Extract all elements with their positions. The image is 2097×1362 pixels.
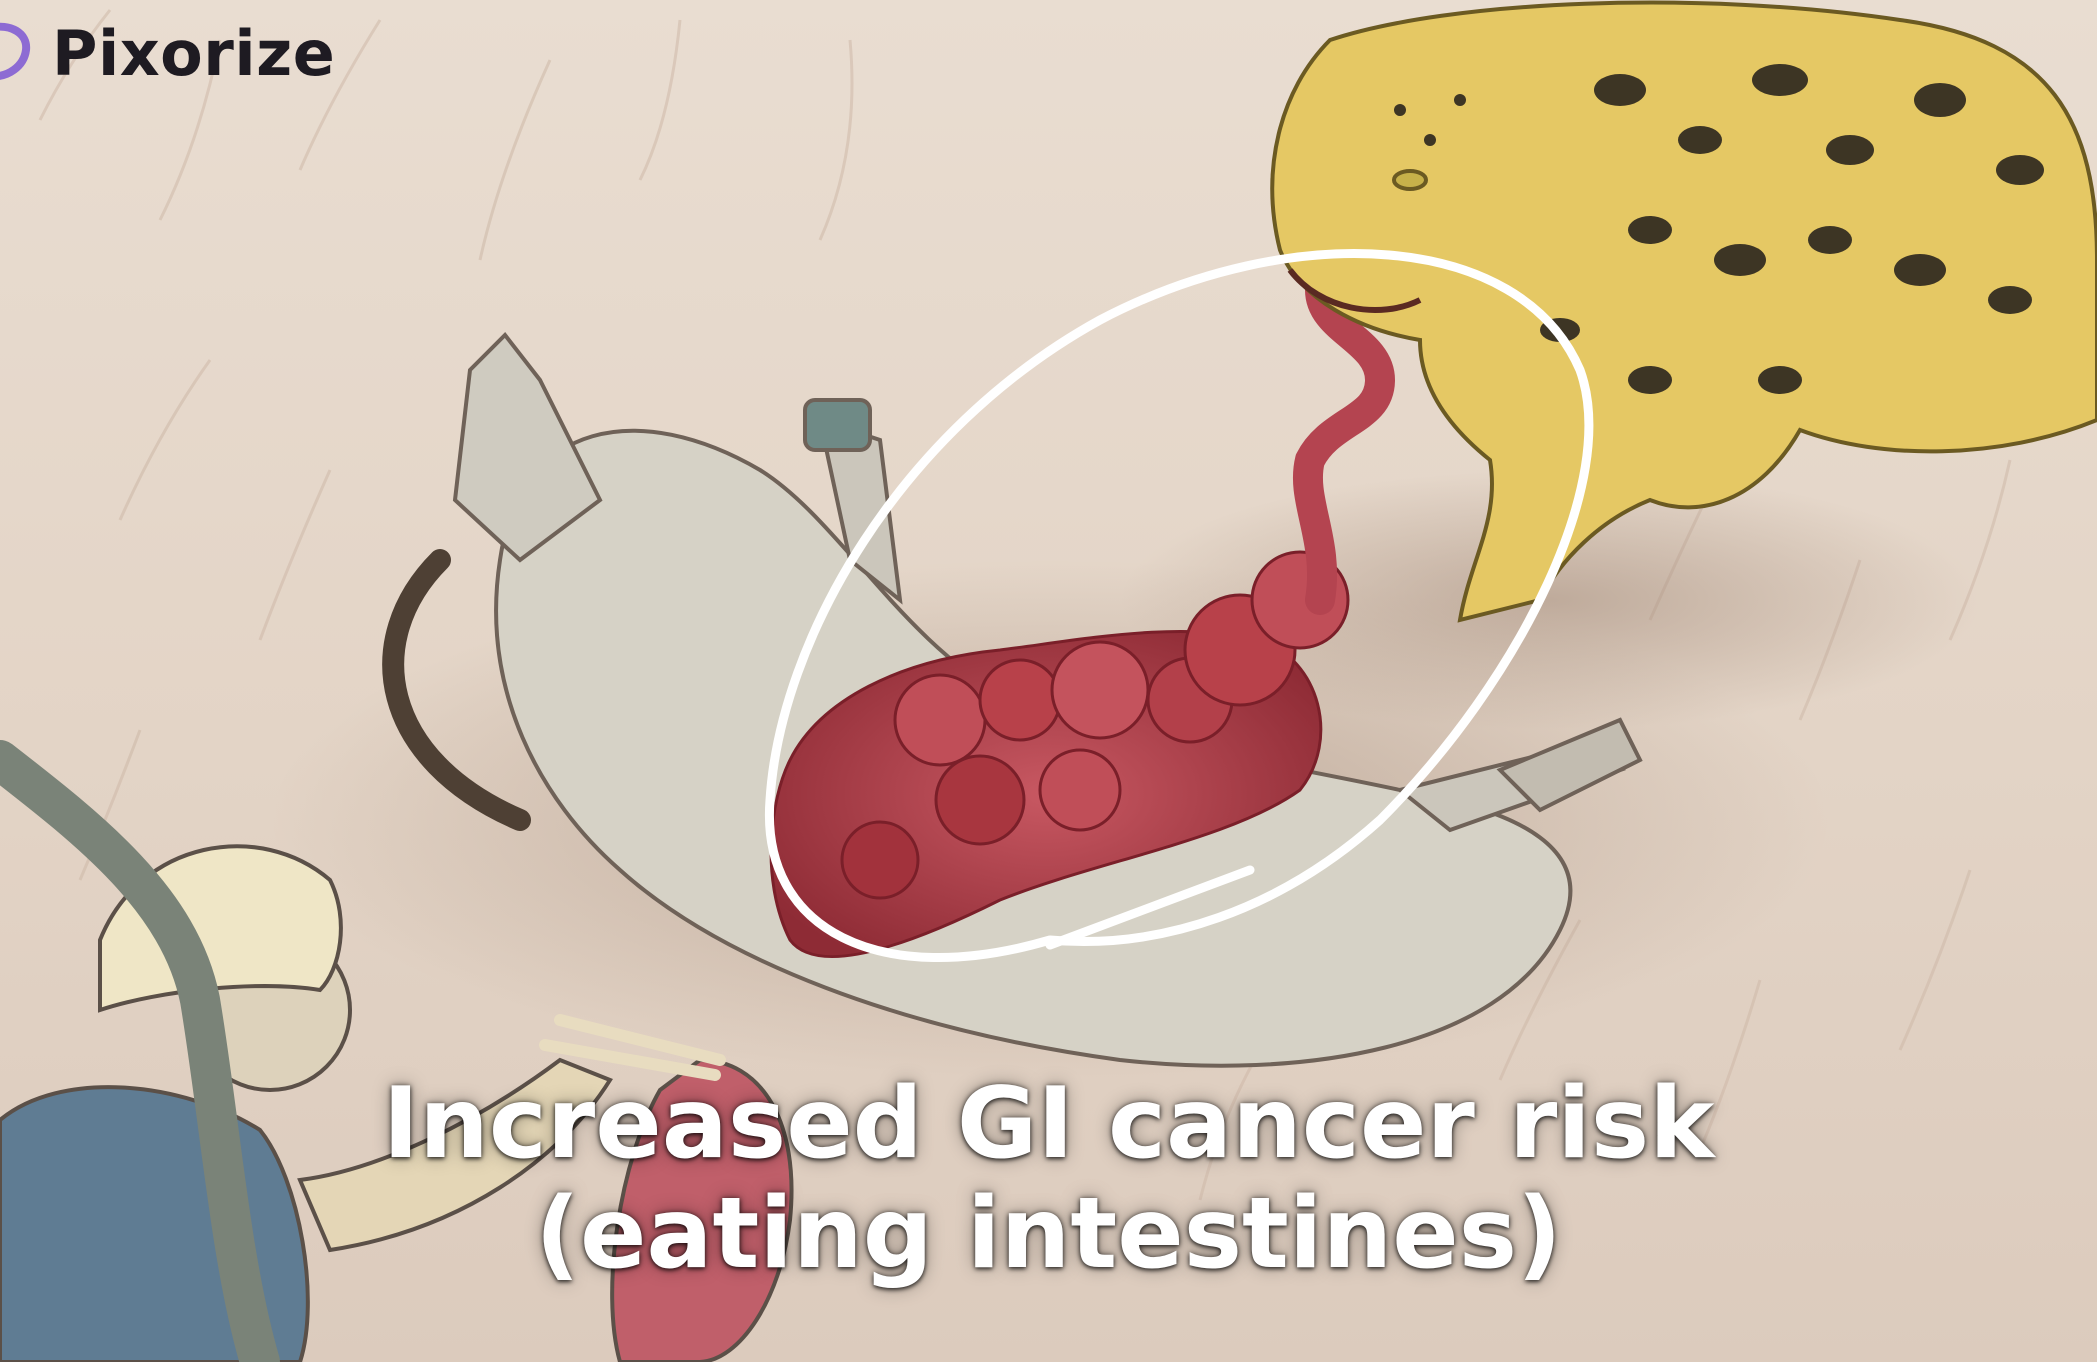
caption-line-1: Increased GI cancer risk [382, 1067, 1715, 1181]
caption: Increased GI cancer risk (eating intesti… [0, 1067, 2097, 1291]
leopard-eye [1392, 169, 1428, 191]
slide: Pixorize Increased GI cancer risk (eatin… [0, 0, 2097, 1362]
caption-line-2: (eating intestines) [535, 1176, 1562, 1291]
pixorize-logo-icon [0, 22, 31, 80]
brand: Pixorize [0, 8, 335, 98]
cow-hoof [803, 398, 872, 452]
brand-name: Pixorize [52, 16, 336, 90]
